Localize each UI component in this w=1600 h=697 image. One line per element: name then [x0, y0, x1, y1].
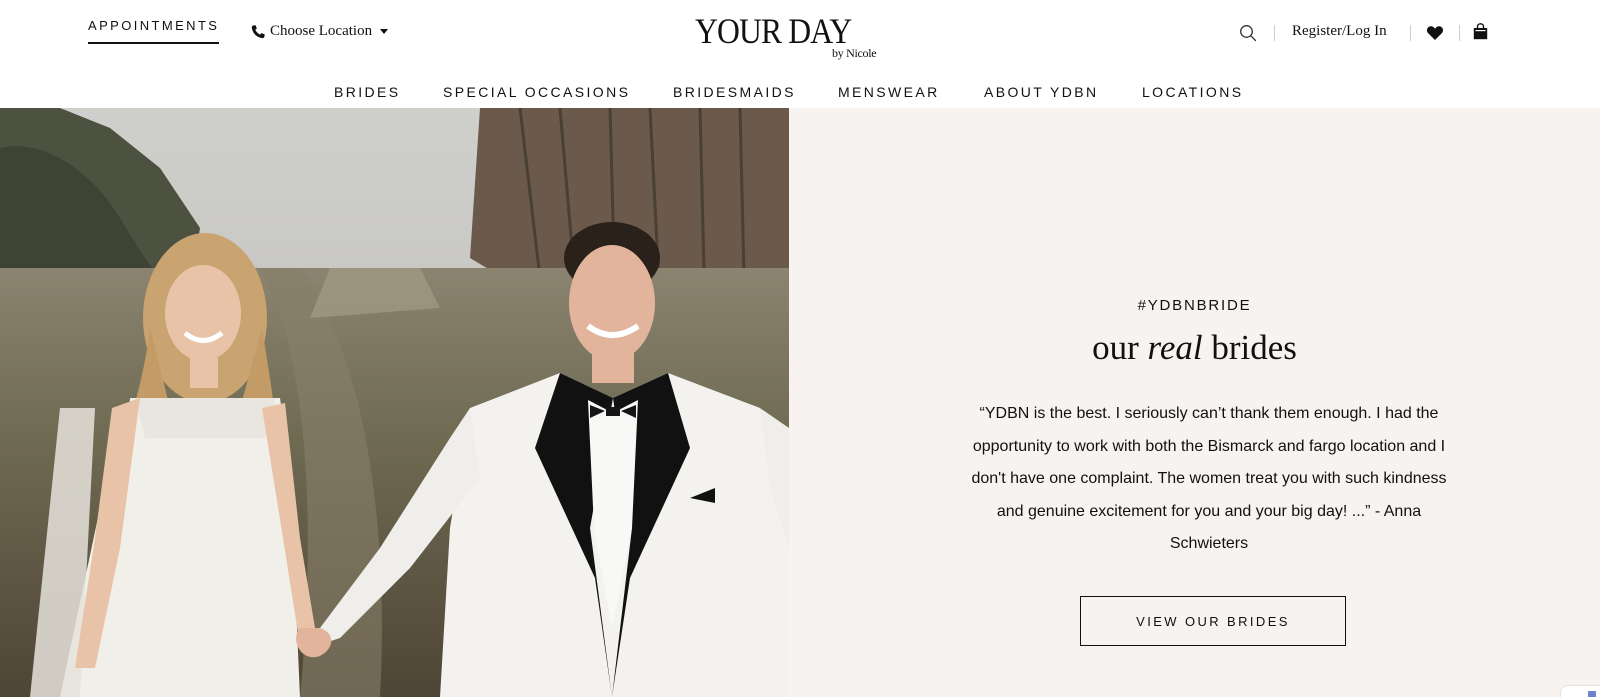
search-icon[interactable]: [1239, 24, 1257, 42]
real-brides-panel: #YDBNBRIDE our real brides “YDBN is the …: [789, 108, 1600, 697]
hero-couple-photo: [0, 108, 789, 697]
headline-suffix: brides: [1202, 328, 1297, 367]
recaptcha-badge[interactable]: [1560, 685, 1600, 697]
section-headline: our real brides: [789, 328, 1600, 368]
divider: [1459, 25, 1460, 41]
shopping-bag-icon[interactable]: [1473, 23, 1488, 40]
logo-subtitle: by Nicole: [832, 46, 877, 60]
nav-item-locations[interactable]: LOCATIONS: [1142, 84, 1243, 100]
divider: [1274, 25, 1275, 41]
phone-icon: [251, 24, 265, 38]
couple-photo-illustration: [0, 108, 789, 697]
hashtag-label: #YDBNBRIDE: [1137, 297, 1252, 314]
view-our-brides-button[interactable]: VIEW OUR BRIDES: [1080, 596, 1346, 646]
choose-location-dropdown[interactable]: Choose Location: [250, 23, 389, 40]
register-login-link[interactable]: Register/Log In: [1292, 23, 1387, 40]
nav-item-special-occasions[interactable]: SPECIAL OCCASIONS: [443, 84, 630, 100]
nav-item-brides[interactable]: BRIDES: [334, 84, 401, 100]
heart-icon[interactable]: [1426, 24, 1444, 41]
main-navigation: BRIDES SPECIAL OCCASIONS BRIDESMAIDS MEN…: [0, 84, 1600, 106]
headline-emphasis: real: [1147, 328, 1203, 367]
site-header: APPOINTMENTS Choose Location YOUR DAY by…: [0, 0, 1600, 108]
site-logo[interactable]: YOUR DAY by Nicole: [695, 10, 895, 65]
nav-item-bridesmaids[interactable]: BRIDESMAIDS: [673, 84, 796, 100]
chevron-down-icon: [380, 29, 389, 34]
nav-item-menswear[interactable]: MENSWEAR: [838, 84, 940, 100]
headline-prefix: our: [1092, 328, 1148, 367]
testimonial-quote: “YDBN is the best. I seriously can’t tha…: [971, 405, 1447, 552]
location-label: Choose Location: [270, 23, 373, 39]
divider: [1410, 25, 1411, 41]
nav-item-about-ydbn[interactable]: ABOUT YDBN: [984, 84, 1099, 100]
logo-wordmark: YOUR DAY: [695, 11, 852, 51]
appointments-link[interactable]: APPOINTMENTS: [88, 18, 220, 44]
